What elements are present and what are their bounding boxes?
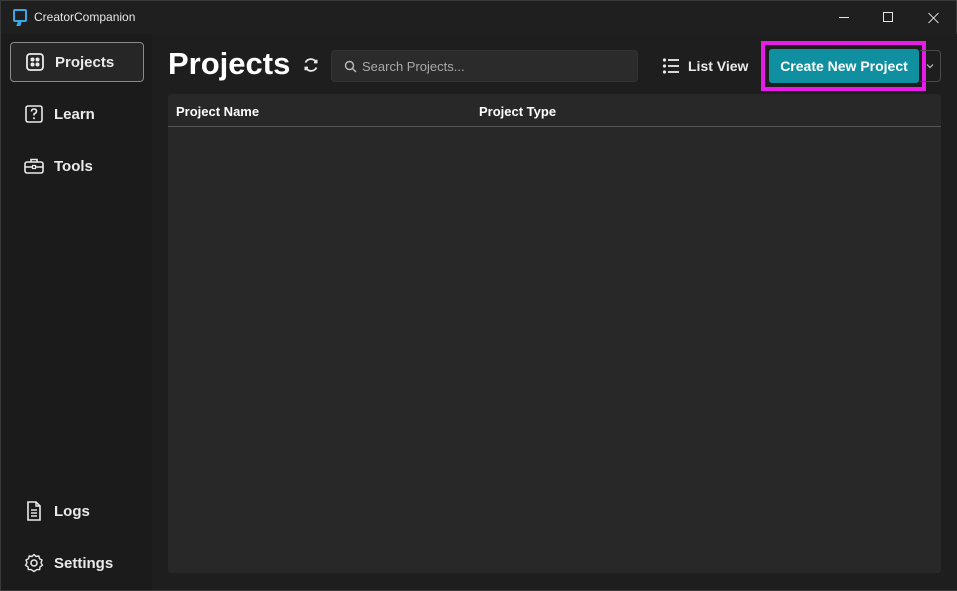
search-box: [331, 50, 638, 82]
sidebar-item-projects[interactable]: Projects: [10, 42, 144, 82]
gear-icon: [24, 553, 44, 573]
close-icon: [928, 12, 939, 23]
create-options-dropdown[interactable]: [920, 50, 941, 82]
sidebar-item-tools[interactable]: Tools: [10, 146, 144, 186]
projects-grid-icon: [25, 52, 45, 72]
main-panel: Projects Search Projects... List View Cr…: [152, 34, 957, 590]
minimize-icon: [839, 16, 849, 18]
page-title: Projects: [168, 46, 291, 81]
sidebar-item-label: Tools: [54, 157, 93, 175]
creator-companion-icon: [13, 9, 27, 22]
list-view-icon: [662, 58, 679, 74]
sidebar: Projects Learn Tools Logs Settings: [2, 34, 152, 590]
create-new-project-button[interactable]: Create New Project: [769, 49, 919, 83]
sidebar-item-logs[interactable]: Logs: [10, 491, 144, 531]
minimize-button[interactable]: [821, 1, 867, 33]
refresh-icon: [304, 58, 318, 72]
app-window: CreatorCompanion Projects Learn Tools Lo…: [0, 0, 957, 591]
maximize-icon: [883, 12, 893, 22]
title-bar[interactable]: CreatorCompanion: [1, 1, 956, 34]
maximize-button[interactable]: [865, 1, 911, 33]
chevron-down-icon: [926, 64, 934, 69]
list-view-label: List View: [688, 58, 749, 74]
sidebar-item-settings[interactable]: Settings: [10, 543, 144, 583]
column-header-project-type[interactable]: Project Type: [479, 104, 556, 119]
projects-table: Project Name Project Type: [168, 94, 941, 573]
refresh-button[interactable]: [300, 54, 322, 76]
close-button[interactable]: [910, 1, 956, 33]
sidebar-item-label: Logs: [54, 502, 90, 520]
sidebar-item-label: Settings: [54, 554, 114, 572]
sidebar-item-label: Projects: [55, 53, 115, 71]
column-header-project-name[interactable]: Project Name: [176, 104, 259, 119]
list-view-toggle[interactable]: List View: [662, 54, 748, 78]
search-icon: [344, 60, 357, 73]
sidebar-item-label: Learn: [54, 105, 95, 123]
toolbox-icon: [24, 156, 44, 176]
sidebar-item-learn[interactable]: Learn: [10, 94, 144, 134]
question-icon: [24, 104, 44, 124]
document-icon: [24, 501, 44, 521]
search-input[interactable]: [362, 51, 632, 81]
window-title: CreatorCompanion: [34, 10, 136, 24]
table-header: Project Name Project Type: [168, 94, 941, 127]
